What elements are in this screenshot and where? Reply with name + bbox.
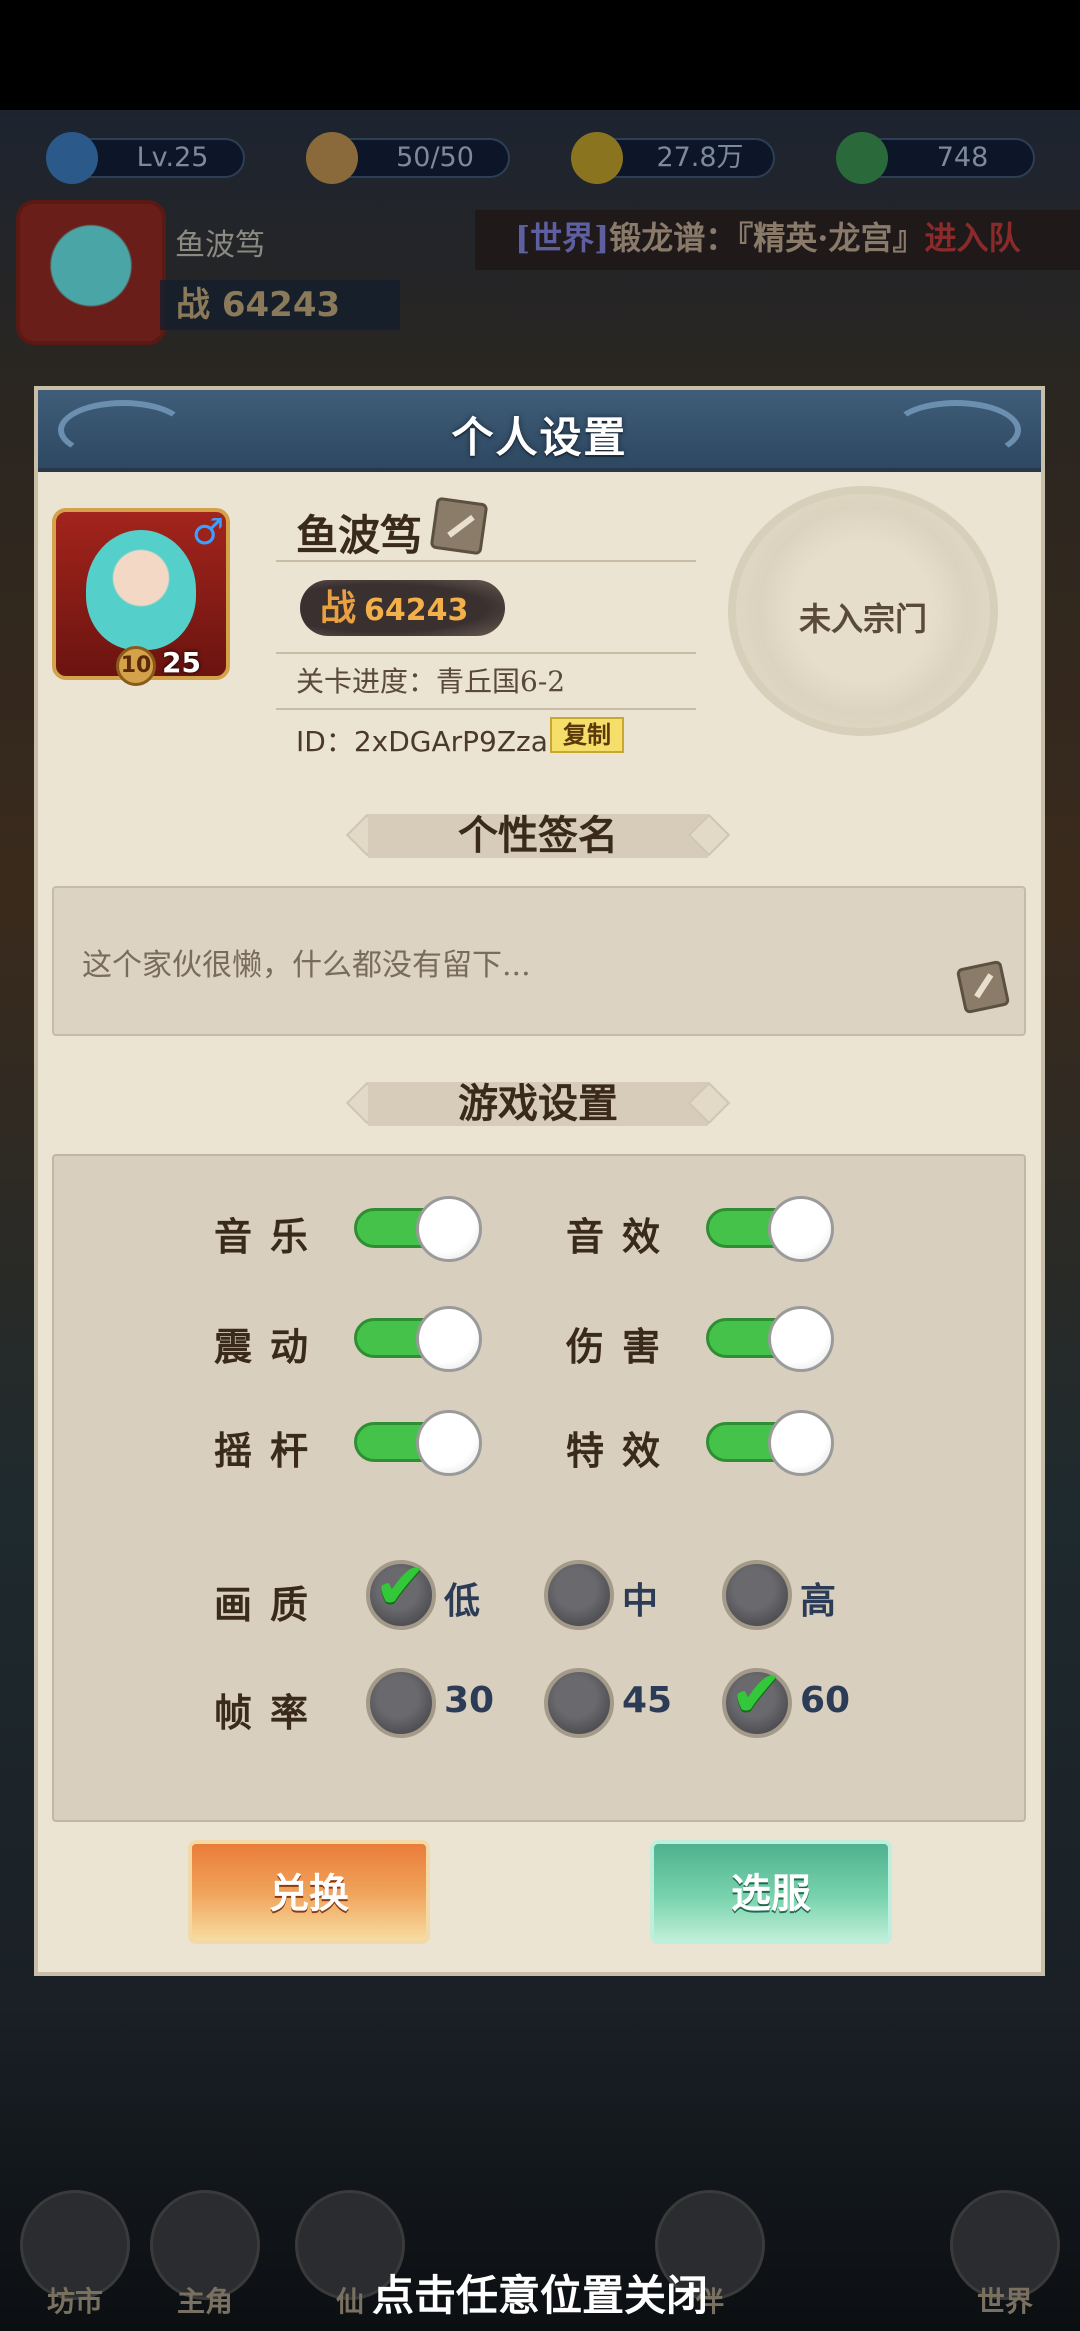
ticker-action: 进入队	[924, 219, 1021, 257]
level-icon	[46, 132, 98, 184]
ticker-message: 锻龙谱：『精英·龙宫』	[609, 219, 925, 257]
ticker-channel: [世界]	[515, 219, 610, 257]
close-hint[interactable]: 点击任意位置关闭	[0, 2262, 1080, 2323]
level-text: Lv.25	[136, 142, 209, 173]
edit-name-icon[interactable]	[429, 496, 489, 556]
player-name: 鱼波笃	[296, 511, 423, 560]
quality-mid-label: 中	[622, 1581, 659, 1622]
framerate-45-label: 45	[622, 1680, 673, 1721]
framerate-30-radio[interactable]	[366, 1668, 436, 1738]
modal-header: 个人设置	[38, 390, 1041, 472]
player-bar: 鱼波笃 战 64243 [世界]锻龙谱：『精英·龙宫』进入队	[0, 200, 1080, 350]
vip-badge: 10	[116, 646, 156, 686]
personal-settings-modal: 个人设置 ♂ 10 25 鱼波笃 战 64243 关卡进度：青丘国6-2 ID：2…	[38, 390, 1041, 1972]
vibration-toggle[interactable]	[354, 1306, 486, 1372]
framerate-label: 帧率	[214, 1690, 327, 1735]
stamina-text: 50/50	[396, 142, 474, 173]
player-avatar[interactable]: ♂ 10 25	[52, 508, 230, 686]
avatar-portrait	[86, 530, 196, 650]
copy-id-button[interactable]: 复制	[550, 717, 624, 753]
toggle-label-music: 音乐	[214, 1214, 327, 1259]
modal-title: 个人设置	[451, 413, 628, 462]
quality-high-radio[interactable]	[722, 1560, 792, 1630]
signature-title: 个性签名	[458, 812, 618, 859]
divider	[276, 652, 696, 654]
checkmark-icon: ✔	[374, 1550, 428, 1624]
player-bar-power: 战 64243	[160, 280, 400, 330]
player-bar-name: 鱼波笃	[175, 228, 265, 263]
quality-label: 画质	[214, 1582, 327, 1627]
player-avatar-small	[16, 200, 166, 345]
settings-panel: 音乐 音效 震动 伤害 摇杆 特效 画质 ✔ 低 中 高 帧率 30 45 ✔ …	[52, 1154, 1026, 1822]
coin-icon	[571, 132, 623, 184]
jade-icon	[836, 132, 888, 184]
game-settings-banner: 游戏设置	[338, 1076, 738, 1132]
toggle-label-vibration: 震动	[214, 1324, 327, 1369]
power-value: 64243	[221, 285, 341, 325]
guild-status: 未入宗门	[798, 600, 927, 638]
coins-display: 27.8万	[571, 132, 775, 184]
level-display: Lv.25	[46, 132, 245, 184]
edit-signature-icon[interactable]	[955, 959, 1011, 1015]
power-label: 战	[176, 285, 210, 325]
signature-text: 这个家伙很懒，什么都没有留下...	[82, 948, 531, 983]
checkmark-icon: ✔	[730, 1658, 784, 1732]
joystick-toggle[interactable]	[354, 1410, 486, 1476]
power-value: 64243	[364, 593, 469, 628]
toggle-label-sfx: 音效	[566, 1214, 679, 1259]
stamina-display: 50/50	[306, 132, 510, 184]
redeem-button[interactable]: 兑换	[188, 1840, 430, 1944]
world-chat-ticker: [世界]锻龙谱：『精英·龙宫』进入队	[475, 210, 1080, 270]
combat-power: 战 64243	[300, 580, 505, 636]
sfx-toggle[interactable]	[706, 1196, 838, 1262]
divider	[276, 708, 696, 710]
resource-bar: Lv.25 50/50 27.8万 748	[0, 130, 1080, 190]
framerate-60-label: 60	[800, 1680, 851, 1721]
jade-display: 748	[836, 132, 1035, 184]
framerate-45-radio[interactable]	[544, 1668, 614, 1738]
male-icon: ♂	[191, 512, 224, 553]
quality-low-radio[interactable]: ✔	[366, 1550, 436, 1630]
toggle-label-joystick: 摇杆	[214, 1428, 327, 1473]
signature-banner: 个性签名	[338, 808, 738, 864]
toggle-label-damage: 伤害	[566, 1324, 679, 1369]
signature-box[interactable]: 这个家伙很懒，什么都没有留下...	[52, 886, 1026, 1036]
stamina-icon	[306, 132, 358, 184]
effects-toggle[interactable]	[706, 1410, 838, 1476]
player-id: ID：2xDGArP9Zza	[296, 725, 548, 758]
coins-text: 27.8万	[656, 142, 744, 173]
quality-low-label: 低	[444, 1581, 481, 1622]
toggle-label-effects: 特效	[566, 1428, 679, 1473]
quality-high-label: 高	[800, 1581, 837, 1622]
power-label: 战	[320, 587, 357, 629]
select-server-button[interactable]: 选服	[650, 1840, 892, 1944]
game-settings-title: 游戏设置	[458, 1080, 618, 1127]
music-toggle[interactable]	[354, 1196, 486, 1262]
framerate-60-radio[interactable]: ✔	[722, 1658, 792, 1738]
avatar-level: 25	[162, 646, 201, 679]
guild-seal[interactable]: 未入宗门	[728, 486, 998, 736]
framerate-30-label: 30	[444, 1680, 495, 1721]
jade-text: 748	[936, 142, 989, 173]
stage-progress: 关卡进度：青丘国6-2	[296, 665, 566, 698]
damage-toggle[interactable]	[706, 1306, 838, 1372]
divider	[276, 560, 696, 562]
quality-mid-radio[interactable]	[544, 1560, 614, 1630]
